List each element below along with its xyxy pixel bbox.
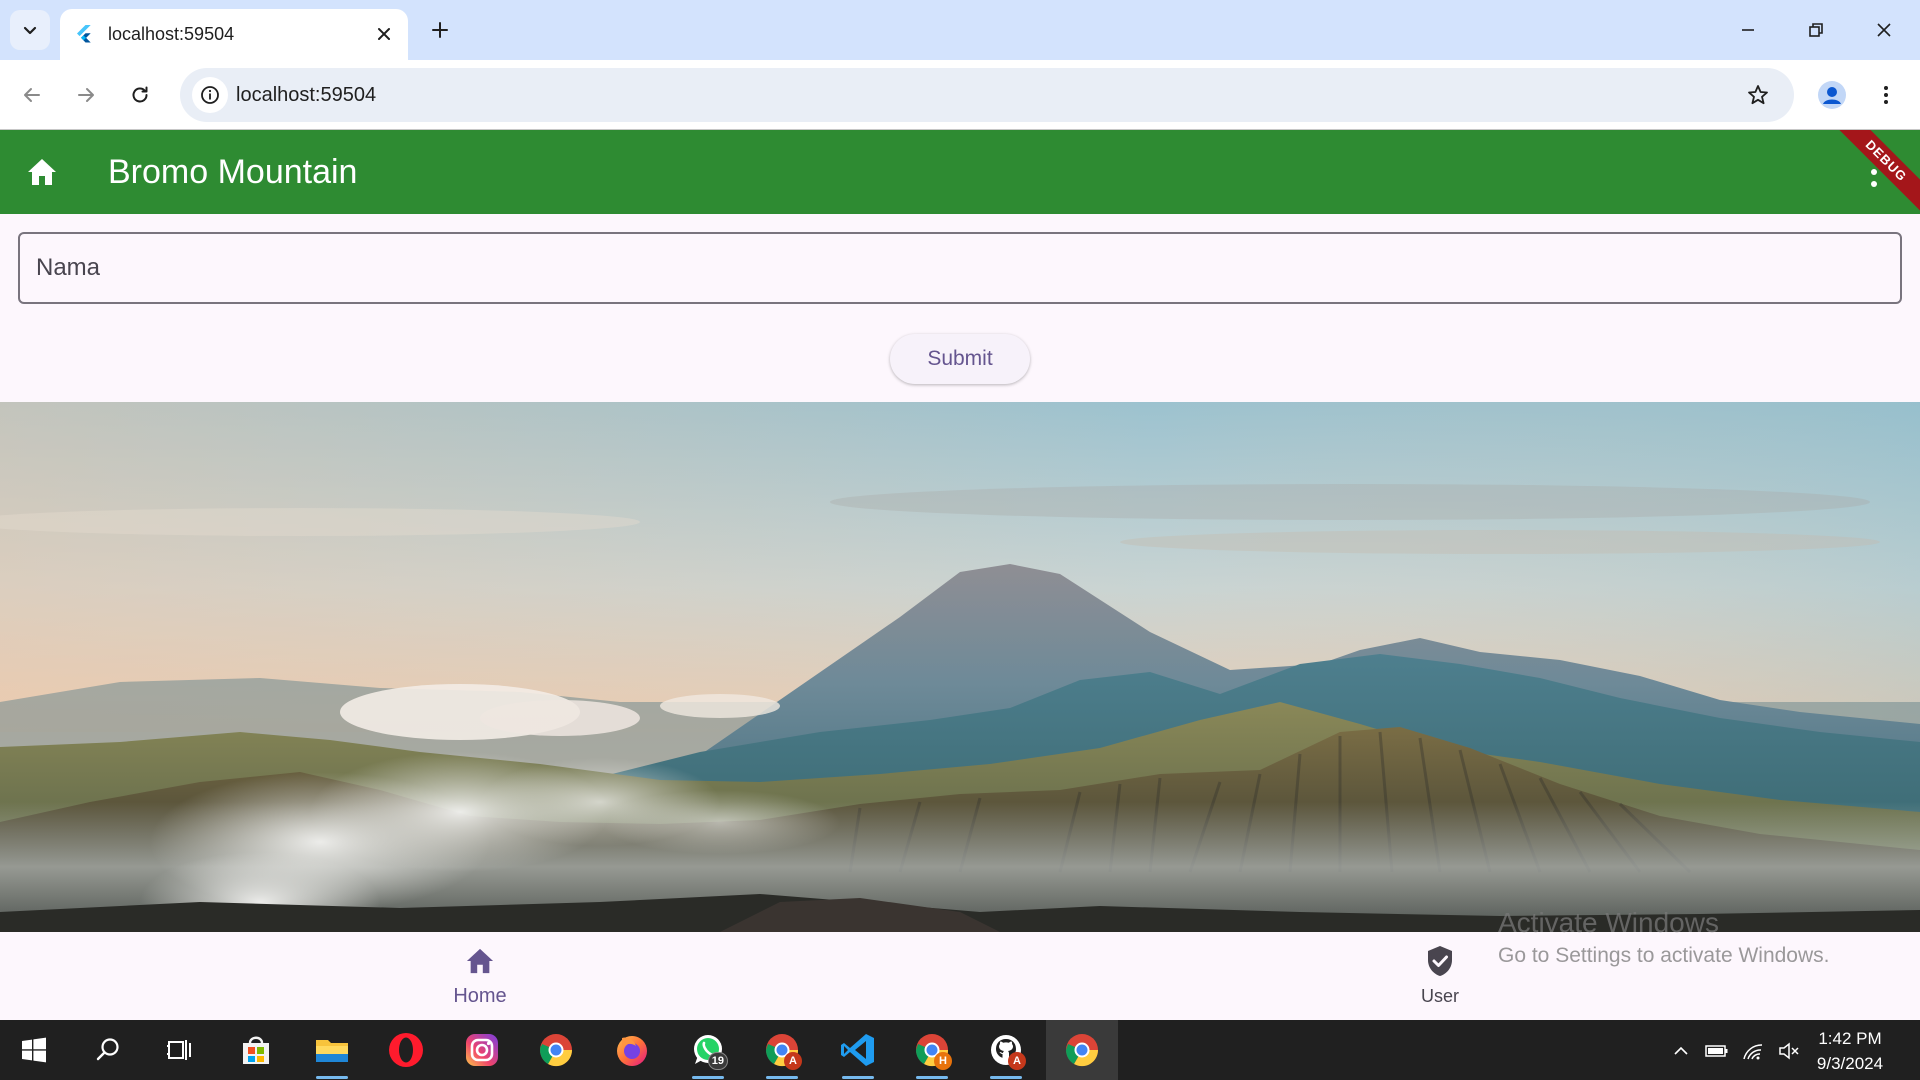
profile-badge: H bbox=[934, 1052, 952, 1070]
arrow-right-icon bbox=[78, 88, 94, 102]
address-text: localhost:59504 bbox=[236, 84, 377, 106]
home-button[interactable] bbox=[22, 154, 62, 190]
nav-label-home: Home bbox=[453, 985, 507, 1007]
firefox-icon bbox=[617, 1036, 647, 1066]
star-icon bbox=[1748, 85, 1768, 105]
info-icon bbox=[201, 86, 219, 104]
instagram-icon bbox=[466, 1034, 498, 1066]
windows-logo-icon bbox=[22, 1037, 46, 1063]
new-tab-button[interactable] bbox=[424, 14, 456, 46]
close-icon[interactable] bbox=[374, 24, 394, 44]
form-area: Submit bbox=[0, 214, 1920, 402]
instagram-button[interactable] bbox=[450, 1026, 514, 1074]
minimize-icon bbox=[1742, 29, 1754, 31]
home-icon bbox=[463, 944, 497, 978]
chrome-button[interactable] bbox=[524, 1026, 588, 1074]
nav-item-home[interactable]: Home bbox=[420, 940, 540, 1016]
opera-button[interactable] bbox=[374, 1026, 438, 1074]
chrome-icon bbox=[1065, 1034, 1099, 1067]
vscode-button[interactable] bbox=[826, 1026, 890, 1079]
windows-taskbar: 19 A H A 1:42 PM 9/3/2024 bbox=[0, 1020, 1920, 1080]
profile-badge: A bbox=[784, 1052, 802, 1070]
clock-time: 1:42 PM bbox=[1818, 1029, 1882, 1048]
volume-muted-icon bbox=[1779, 1042, 1799, 1060]
search-icon bbox=[96, 1038, 119, 1061]
browser-menu-button[interactable] bbox=[1866, 75, 1906, 115]
menu-dot bbox=[1871, 181, 1877, 187]
task-view-icon bbox=[167, 1040, 191, 1060]
avatar-icon bbox=[1818, 81, 1846, 109]
minimize-button[interactable] bbox=[1728, 10, 1768, 50]
mountain-image bbox=[0, 402, 1920, 932]
chrome-profile-a-button[interactable]: A bbox=[750, 1026, 814, 1079]
name-field[interactable] bbox=[18, 232, 1902, 304]
clock-date: 9/3/2024 bbox=[1816, 1054, 1884, 1073]
browser-tab-strip: localhost:59504 bbox=[0, 0, 1920, 60]
start-button[interactable] bbox=[2, 1026, 66, 1074]
clock[interactable]: 1:42 PM 9/3/2024 bbox=[1800, 1026, 1900, 1076]
battery-icon bbox=[1705, 1045, 1728, 1057]
vscode-icon bbox=[841, 1034, 874, 1066]
flutter-icon bbox=[77, 25, 91, 43]
activate-windows-watermark: Activate Windows Go to Settings to activ… bbox=[1498, 906, 1830, 970]
chevron-down-icon bbox=[23, 26, 37, 35]
browser-tab[interactable]: localhost:59504 bbox=[60, 9, 408, 60]
chrome-profile-h-button[interactable]: H bbox=[900, 1026, 964, 1079]
more-vert-icon bbox=[1884, 86, 1888, 104]
screen: localhost:59504 localhost:59504 Bromo Mo… bbox=[0, 0, 1920, 1080]
opera-icon bbox=[389, 1033, 423, 1067]
profile-badge: A bbox=[1008, 1052, 1026, 1070]
close-window-button[interactable] bbox=[1864, 10, 1904, 50]
notification-badge: 19 bbox=[707, 1052, 728, 1070]
wifi-icon bbox=[1743, 1044, 1763, 1060]
reload-icon bbox=[132, 86, 148, 103]
bookmark-button[interactable] bbox=[1740, 77, 1776, 113]
whatsapp-button[interactable]: 19 bbox=[676, 1026, 740, 1079]
chrome-icon bbox=[539, 1034, 573, 1067]
mountain-landscape-illustration bbox=[0, 402, 1920, 932]
menu-dot bbox=[1871, 169, 1877, 175]
back-button[interactable] bbox=[12, 75, 52, 115]
taskbar-search-button[interactable] bbox=[76, 1026, 140, 1074]
chrome-active-button[interactable] bbox=[1046, 1020, 1118, 1080]
watermark-subtitle: Go to Settings to activate Windows. bbox=[1498, 944, 1830, 967]
restore-icon bbox=[1809, 23, 1823, 37]
show-hidden-icons-button[interactable] bbox=[1668, 1038, 1694, 1064]
verified-user-icon bbox=[1423, 944, 1457, 978]
github-desktop-button[interactable]: A bbox=[974, 1026, 1038, 1079]
profile-button[interactable] bbox=[1812, 75, 1852, 115]
file-explorer-button[interactable] bbox=[300, 1026, 364, 1079]
tab-title: localhost:59504 bbox=[108, 24, 235, 44]
address-bar[interactable]: localhost:59504 bbox=[180, 68, 1794, 122]
browser-toolbar: localhost:59504 bbox=[0, 60, 1920, 130]
task-view-button[interactable] bbox=[148, 1026, 212, 1074]
network-button[interactable] bbox=[1740, 1038, 1766, 1064]
firefox-button[interactable] bbox=[600, 1026, 664, 1074]
home-icon bbox=[28, 159, 56, 185]
close-icon bbox=[1877, 23, 1891, 37]
tab-search-button[interactable] bbox=[10, 10, 50, 50]
submit-button[interactable]: Submit bbox=[890, 334, 1030, 384]
volume-button[interactable] bbox=[1776, 1038, 1802, 1064]
app-bar: Bromo Mountain DEBUG bbox=[0, 130, 1920, 214]
chevron-up-icon bbox=[1674, 1046, 1688, 1055]
nav-item-user[interactable]: User bbox=[1380, 940, 1500, 1016]
forward-button[interactable] bbox=[66, 75, 106, 115]
nav-label-user: User bbox=[1420, 986, 1459, 1006]
battery-button[interactable] bbox=[1704, 1038, 1730, 1064]
restore-button[interactable] bbox=[1796, 10, 1836, 50]
file-explorer-icon bbox=[316, 1040, 348, 1062]
reload-button[interactable] bbox=[120, 75, 160, 115]
site-info-button[interactable] bbox=[192, 77, 228, 113]
name-input[interactable] bbox=[36, 244, 1876, 292]
microsoft-store-button[interactable] bbox=[224, 1026, 288, 1074]
page-title: Bromo Mountain bbox=[108, 153, 358, 191]
arrow-left-icon bbox=[24, 88, 40, 102]
plus-icon bbox=[432, 22, 448, 38]
watermark-title: Activate Windows bbox=[1498, 907, 1719, 938]
microsoft-store-icon bbox=[243, 1036, 269, 1064]
